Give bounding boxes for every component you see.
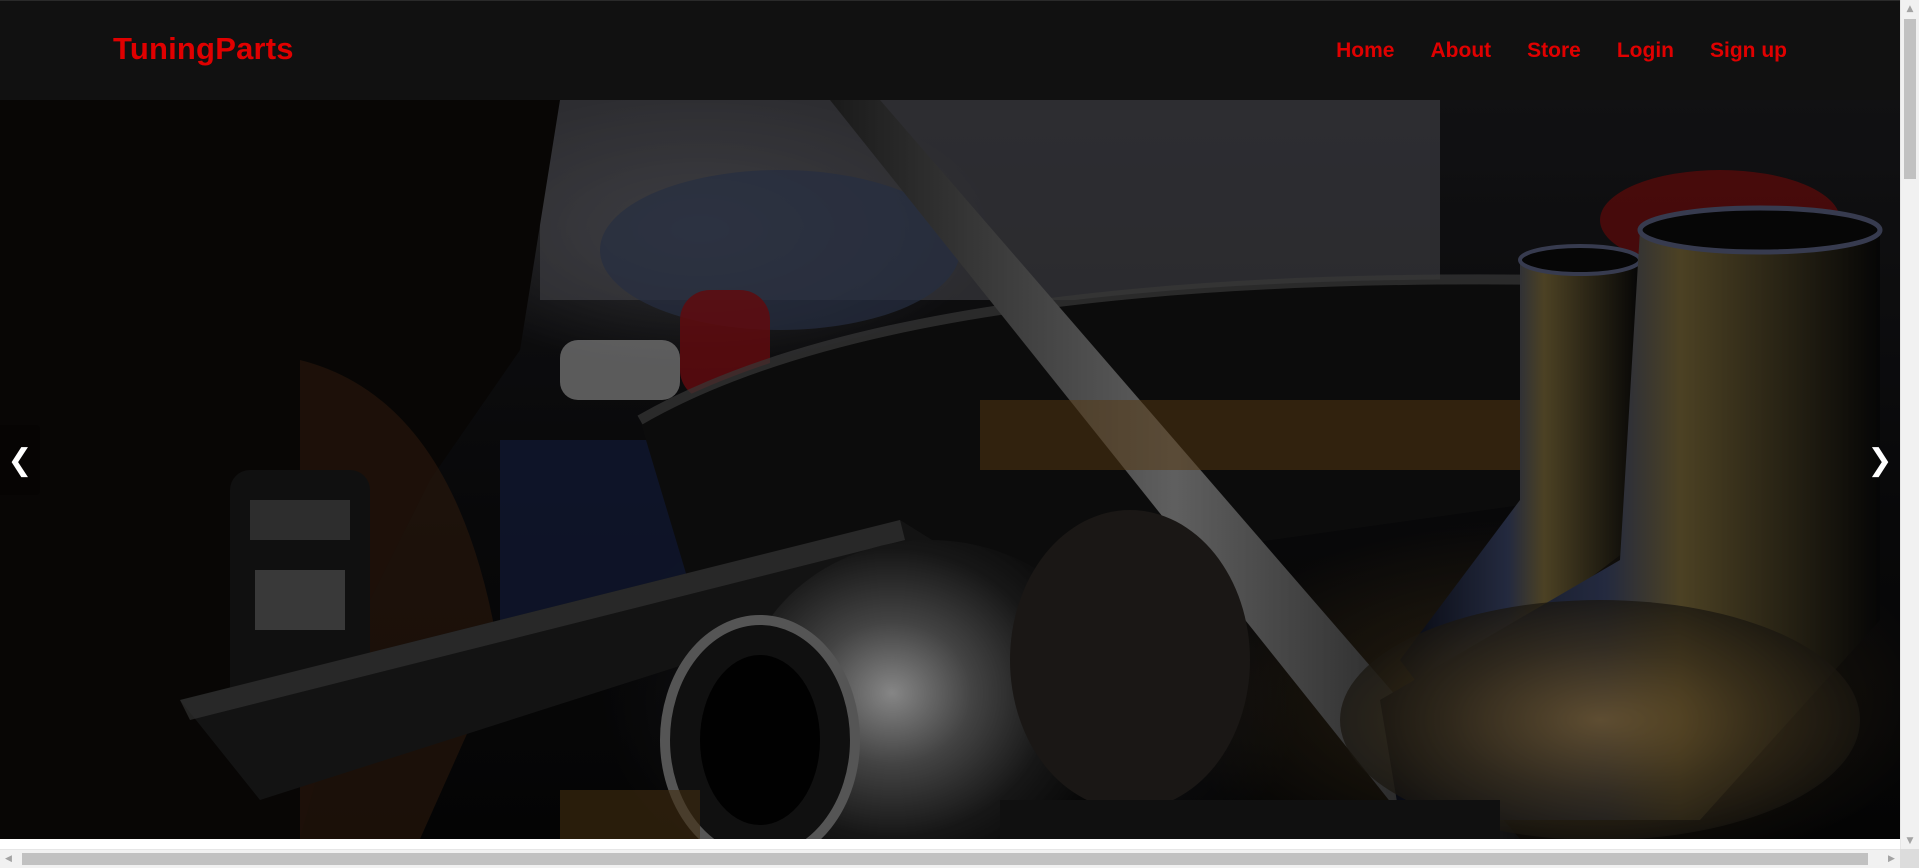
nav-link-about[interactable]: About — [1431, 39, 1492, 63]
browser-viewport: TuningParts Home About Store Login Sign … — [0, 0, 1900, 849]
nav-link-login[interactable]: Login — [1617, 39, 1674, 63]
scroll-right-icon[interactable]: ▶ — [1883, 850, 1900, 868]
horizontal-scrollbar[interactable]: ◀ ▶ — [0, 849, 1900, 868]
carousel-prev-button[interactable]: ❮ — [0, 425, 40, 495]
vertical-scrollbar[interactable]: ▲ ▼ — [1900, 0, 1919, 849]
vertical-scroll-thumb[interactable] — [1904, 19, 1916, 179]
scroll-left-icon[interactable]: ◀ — [0, 850, 17, 868]
scrollbar-corner — [1900, 849, 1919, 868]
carousel-next-button[interactable]: ❯ — [1860, 425, 1900, 495]
nav-links: Home About Store Login Sign up — [1336, 39, 1787, 63]
hero-carousel: ❮ ❯ — [0, 100, 1900, 839]
horizontal-scroll-thumb[interactable] — [22, 853, 1868, 865]
chevron-left-icon: ❮ — [7, 442, 33, 478]
nav-link-store[interactable]: Store — [1527, 39, 1581, 63]
scroll-up-icon[interactable]: ▲ — [1901, 0, 1919, 17]
page-content — [0, 839, 1900, 849]
chevron-right-icon: ❯ — [1867, 442, 1893, 478]
nav-link-home[interactable]: Home — [1336, 39, 1394, 63]
brand-logo-link[interactable]: TuningParts — [113, 31, 294, 67]
nav-link-signup[interactable]: Sign up — [1710, 39, 1787, 63]
navbar: TuningParts Home About Store Login Sign … — [0, 0, 1900, 100]
scroll-down-icon[interactable]: ▼ — [1901, 832, 1919, 849]
hero-overlay — [0, 100, 1900, 839]
